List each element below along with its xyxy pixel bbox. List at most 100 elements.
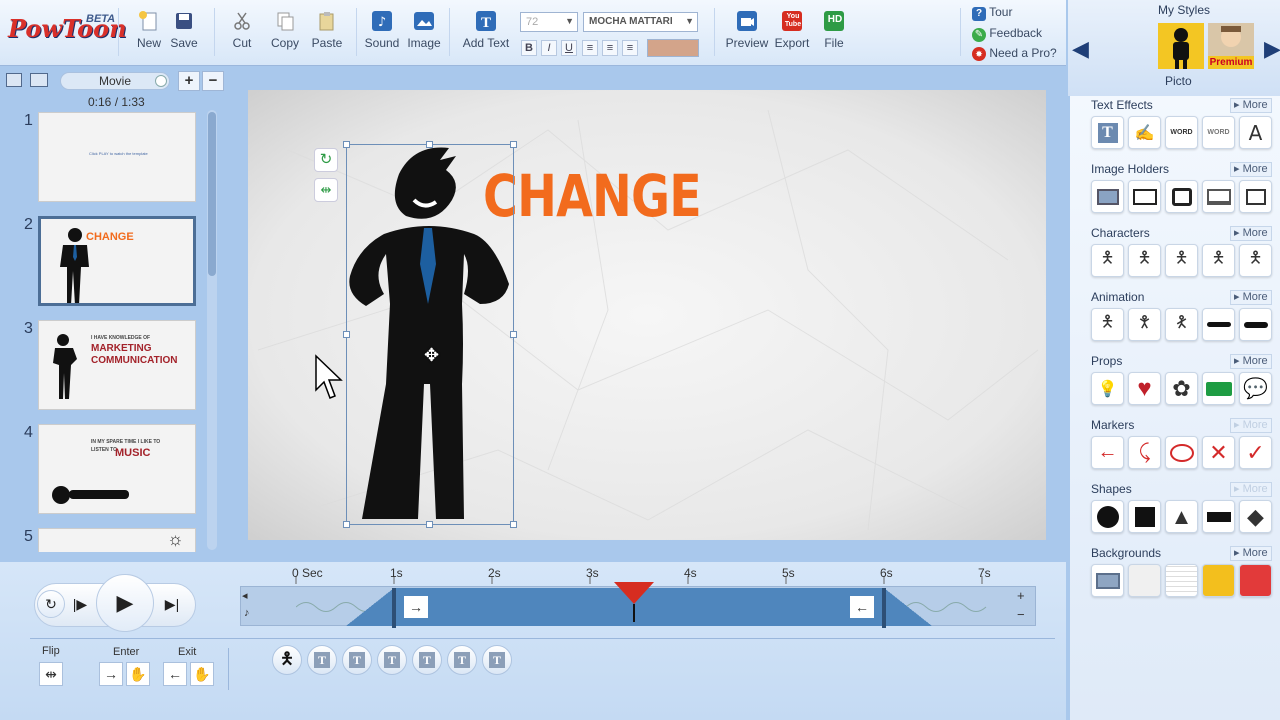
- layer-text[interactable]: T: [377, 645, 407, 675]
- resize-handle[interactable]: [343, 331, 350, 338]
- image-holder-frame[interactable]: [1128, 180, 1161, 213]
- shape-triangle[interactable]: ▲: [1165, 500, 1198, 533]
- thumbnail-view-icon[interactable]: [6, 73, 22, 87]
- animation-1[interactable]: 🯅: [1091, 308, 1124, 341]
- flip-button[interactable]: ⇹: [39, 662, 63, 686]
- underline-button[interactable]: U: [561, 40, 577, 56]
- more-button-backgrounds[interactable]: ▸ More: [1230, 546, 1272, 561]
- align-left-icon[interactable]: ≡: [582, 40, 598, 56]
- slides-scrollbar-thumb[interactable]: [208, 112, 216, 276]
- enter-handle[interactable]: [392, 588, 396, 628]
- bold-button[interactable]: B: [521, 40, 537, 56]
- flip-horizontal-icon[interactable]: ⇹: [314, 178, 338, 202]
- resize-handle[interactable]: [343, 521, 350, 528]
- image-holder-laptop[interactable]: [1202, 180, 1235, 213]
- exit-hand-button[interactable]: ✋: [190, 662, 214, 686]
- text-effect-hand[interactable]: ✍: [1128, 116, 1161, 149]
- enter-arrow-button[interactable]: →: [99, 662, 123, 686]
- background-none[interactable]: [1091, 564, 1124, 597]
- next-style-arrow-icon[interactable]: ▶: [1264, 36, 1280, 62]
- animation-3[interactable]: 🯇: [1165, 308, 1198, 341]
- more-button-text-effects[interactable]: ▸ More: [1230, 98, 1272, 113]
- selection-box[interactable]: [346, 144, 514, 525]
- slide-thumbnail-5[interactable]: ☼: [38, 528, 196, 552]
- italic-button[interactable]: I: [541, 40, 557, 56]
- prev-style-arrow-icon[interactable]: ◀: [1072, 36, 1089, 62]
- add-slide-button[interactable]: +: [178, 71, 200, 91]
- align-right-icon[interactable]: ≡: [622, 40, 638, 56]
- marker-arrow[interactable]: ←: [1091, 436, 1124, 469]
- exit-handle[interactable]: [882, 588, 886, 628]
- text-effect-word-outline[interactable]: WORD: [1202, 116, 1235, 149]
- marker-circle[interactable]: [1165, 436, 1198, 469]
- list-view-icon[interactable]: [30, 73, 48, 87]
- font-size-select[interactable]: 72 ▼: [520, 12, 578, 32]
- layer-text[interactable]: T: [307, 645, 337, 675]
- stage-canvas[interactable]: CHANGE ↻ ⇹ ✥: [248, 90, 1046, 540]
- more-button-characters[interactable]: ▸ More: [1230, 226, 1272, 241]
- animation-5[interactable]: [1239, 308, 1272, 341]
- copy-button[interactable]: Copy: [268, 10, 302, 50]
- playhead[interactable]: [614, 582, 655, 622]
- layer-character[interactable]: 🯅: [272, 645, 302, 675]
- rotate-icon[interactable]: ↻: [314, 148, 338, 172]
- more-button-image-holders[interactable]: ▸ More: [1230, 162, 1272, 177]
- image-holder-picture[interactable]: [1091, 180, 1124, 213]
- exit-arrow-icon[interactable]: ←: [850, 596, 874, 618]
- animation-4[interactable]: [1202, 308, 1235, 341]
- enter-arrow-icon[interactable]: →: [404, 596, 428, 618]
- zoom-out-button[interactable]: −: [1017, 607, 1025, 622]
- shape-square[interactable]: [1128, 500, 1161, 533]
- character-5[interactable]: 🯅: [1239, 244, 1272, 277]
- image-holder-tv[interactable]: [1165, 180, 1198, 213]
- remove-slide-button[interactable]: −: [202, 71, 224, 91]
- text-effect-letter[interactable]: A: [1239, 116, 1272, 149]
- prop-lightbulb[interactable]: 💡: [1091, 372, 1124, 405]
- resize-handle[interactable]: [510, 521, 517, 528]
- play-button[interactable]: ▶: [96, 574, 154, 632]
- resize-handle[interactable]: [510, 141, 517, 148]
- text-effect-typewriter[interactable]: T: [1091, 116, 1124, 149]
- add-text-button[interactable]: T Add Text: [460, 10, 512, 50]
- character-4[interactable]: 🯅: [1202, 244, 1235, 277]
- background-grid[interactable]: [1165, 564, 1198, 597]
- more-button-props[interactable]: ▸ More: [1230, 354, 1272, 369]
- step-forward-button[interactable]: ▶|: [158, 590, 186, 618]
- feedback-link[interactable]: ✎ Feedback: [972, 26, 1042, 42]
- music-note-icon[interactable]: ♪: [244, 607, 250, 619]
- layer-text[interactable]: T: [482, 645, 512, 675]
- more-button-shapes[interactable]: ▸ More: [1230, 482, 1272, 497]
- marker-check[interactable]: ✓: [1239, 436, 1272, 469]
- prop-speech-bubble[interactable]: 💬: [1239, 372, 1272, 405]
- resize-handle[interactable]: [510, 331, 517, 338]
- shape-diamond[interactable]: ◆: [1239, 500, 1272, 533]
- resize-handle[interactable]: [426, 141, 433, 148]
- background-paper[interactable]: [1128, 564, 1161, 597]
- paste-button[interactable]: Paste: [311, 10, 343, 50]
- save-button[interactable]: Save: [168, 10, 200, 50]
- text-color-picker[interactable]: [647, 39, 699, 57]
- more-button-markers[interactable]: ▸ More: [1230, 418, 1272, 433]
- sound-track-icon[interactable]: ◂: [242, 589, 248, 602]
- export-button[interactable]: You Tube Export: [772, 10, 812, 50]
- cut-button[interactable]: Cut: [226, 10, 258, 50]
- resize-handle[interactable]: [426, 521, 433, 528]
- file-button[interactable]: HD File: [818, 10, 850, 50]
- shape-rectangle[interactable]: [1202, 500, 1235, 533]
- movie-mode-toggle[interactable]: Movie: [60, 72, 170, 90]
- zoom-in-button[interactable]: +: [1017, 588, 1025, 603]
- prop-money[interactable]: [1202, 372, 1235, 405]
- layer-text[interactable]: T: [342, 645, 372, 675]
- slide-thumbnail-3[interactable]: I HAVE KNOWLEDGE OF MARKETING COMMUNICAT…: [38, 320, 196, 410]
- character-3[interactable]: 🯅: [1165, 244, 1198, 277]
- background-yellow[interactable]: [1202, 564, 1235, 597]
- style-picto[interactable]: [1158, 23, 1204, 69]
- need-pro-link[interactable]: ✸ Need a Pro?: [972, 46, 1057, 61]
- exit-arrow-button[interactable]: ←: [163, 662, 187, 686]
- text-effect-word[interactable]: WORD: [1165, 116, 1198, 149]
- resize-handle[interactable]: [343, 141, 350, 148]
- enter-hand-button[interactable]: ✋: [126, 662, 150, 686]
- shape-circle[interactable]: [1091, 500, 1124, 533]
- align-center-icon[interactable]: ≡: [602, 40, 618, 56]
- font-family-select[interactable]: MOCHA MATTARI ▼: [583, 12, 698, 32]
